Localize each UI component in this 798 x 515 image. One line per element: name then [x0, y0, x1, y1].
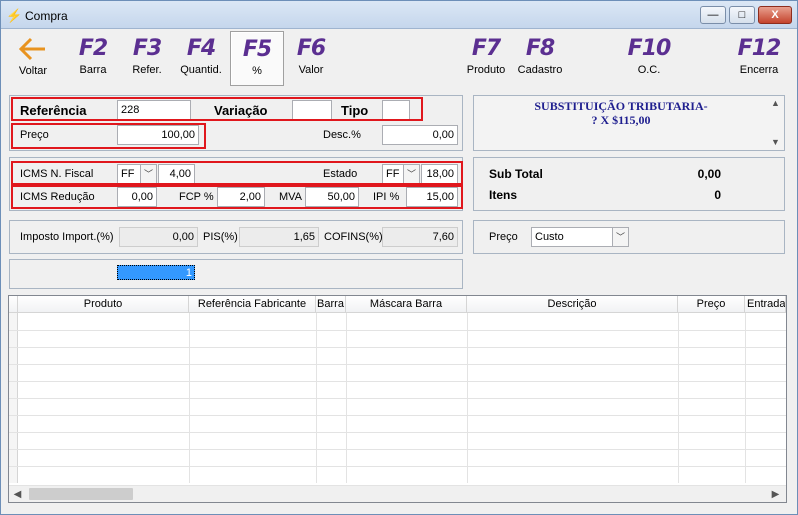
f4-label: Quantid.: [180, 64, 222, 76]
scroll-left-icon[interactable]: ◀: [9, 486, 26, 502]
col-referencia-fabricante[interactable]: Referência Fabricante: [189, 296, 316, 313]
f2-key: F2: [78, 36, 108, 61]
f12-encerra-button[interactable]: F12 Encerra: [733, 34, 785, 86]
highlight-preco: [11, 123, 206, 149]
f7-label: Produto: [466, 64, 506, 76]
f4-quantid-button[interactable]: F4 Quantid.: [177, 34, 225, 86]
cofins-input[interactable]: 7,60: [382, 227, 458, 247]
f5-key: F5: [242, 37, 272, 62]
info-scroll-down-icon[interactable]: ▼: [771, 137, 780, 147]
items-grid: Produto Referência Fabricante Barra Másc…: [8, 295, 787, 503]
back-arrow-icon: [18, 37, 45, 61]
pis-label: PIS(%): [203, 231, 238, 243]
f2-barra-button[interactable]: F2 Barra: [71, 34, 115, 86]
f6-label: Valor: [298, 64, 324, 76]
window-title: Compra: [25, 9, 68, 23]
info-line-2: ? X $115,00: [591, 113, 651, 127]
desc-label: Desc.%: [323, 129, 361, 141]
col-produto[interactable]: Produto: [18, 296, 189, 313]
f5-percent-button[interactable]: F5 %: [230, 31, 284, 86]
price-type-panel: [473, 220, 785, 254]
col-mascara-barra[interactable]: Máscara Barra: [346, 296, 467, 313]
info-text: SUBSTITUIÇÃO TRIBUTARIA- ? X $115,00: [479, 99, 763, 127]
desc-input[interactable]: 0,00: [382, 125, 458, 145]
totals-panel: [473, 157, 785, 211]
imposto-label: Imposto Import.(%): [20, 231, 114, 243]
app-icon: ⚡: [6, 8, 23, 23]
f12-key: F12: [737, 36, 782, 61]
f6-valor-button[interactable]: F6 Valor: [289, 34, 333, 86]
voltar-button[interactable]: Voltar: [11, 34, 55, 86]
itens-label: Itens: [489, 188, 518, 202]
cofins-label: COFINS(%): [324, 231, 383, 243]
col-descricao[interactable]: Descrição: [467, 296, 678, 313]
subtotal-value: 0,00: [697, 167, 721, 181]
f10-oc-button[interactable]: F10 O.C.: [621, 34, 677, 86]
f3-refer-button[interactable]: F3 Refer.: [125, 34, 169, 86]
preco-select-label: Preço: [489, 231, 518, 243]
f10-key: F10: [627, 36, 672, 61]
f12-label: Encerra: [739, 64, 779, 76]
f3-label: Refer.: [132, 64, 162, 76]
col-entrada[interactable]: Entrada: [745, 296, 786, 313]
grid-header: Produto Referência Fabricante Barra Másc…: [9, 296, 786, 313]
f5-label: %: [252, 65, 262, 77]
f3-key: F3: [132, 36, 162, 61]
col-barra[interactable]: Barra: [316, 296, 346, 313]
purchase-window: ⚡ Compra — □ X Voltar F2 Barra F3 Refer.…: [0, 0, 798, 515]
scroll-thumb[interactable]: [29, 488, 133, 500]
pis-input[interactable]: 1,65: [239, 227, 319, 247]
voltar-label: Voltar: [18, 65, 48, 77]
col-preco[interactable]: Preço: [678, 296, 745, 313]
f10-label: O.C.: [637, 64, 661, 76]
preco-type-select[interactable]: Custo ﹀: [531, 227, 629, 247]
imposto-input[interactable]: 0,00: [119, 227, 198, 247]
maximize-button[interactable]: □: [729, 6, 755, 24]
close-button[interactable]: X: [758, 6, 792, 24]
info-line-1: SUBSTITUIÇÃO TRIBUTARIA-: [534, 99, 708, 113]
row-indicator-header: [9, 296, 18, 313]
minimize-button[interactable]: —: [700, 6, 726, 24]
f4-key: F4: [186, 36, 216, 61]
scroll-right-icon[interactable]: ▶: [767, 486, 784, 502]
f6-key: F6: [296, 36, 326, 61]
highlight-icms-row: [11, 161, 463, 185]
itens-value: 0: [714, 188, 721, 202]
f7-key: F7: [471, 36, 501, 61]
f8-cadastro-button[interactable]: F8 Cadastro: [515, 34, 565, 86]
f7-produto-button[interactable]: F7 Produto: [463, 34, 509, 86]
preco-type-value: Custo: [535, 231, 564, 243]
f8-label: Cadastro: [517, 64, 563, 76]
chevron-down-icon: ﹀: [612, 228, 628, 246]
f8-key: F8: [525, 36, 555, 61]
quantity-input[interactable]: 1: [117, 265, 195, 280]
highlight-reducao-row: [11, 185, 463, 209]
subtotal-label: Sub Total: [489, 167, 543, 181]
highlight-referencia-row: [11, 97, 423, 121]
title-bar: ⚡ Compra — □ X: [1, 1, 797, 29]
f2-label: Barra: [79, 64, 107, 76]
quantity-panel: [9, 259, 463, 289]
horizontal-scrollbar[interactable]: ◀ ▶: [9, 485, 786, 502]
info-scroll-up-icon[interactable]: ▲: [771, 98, 780, 108]
